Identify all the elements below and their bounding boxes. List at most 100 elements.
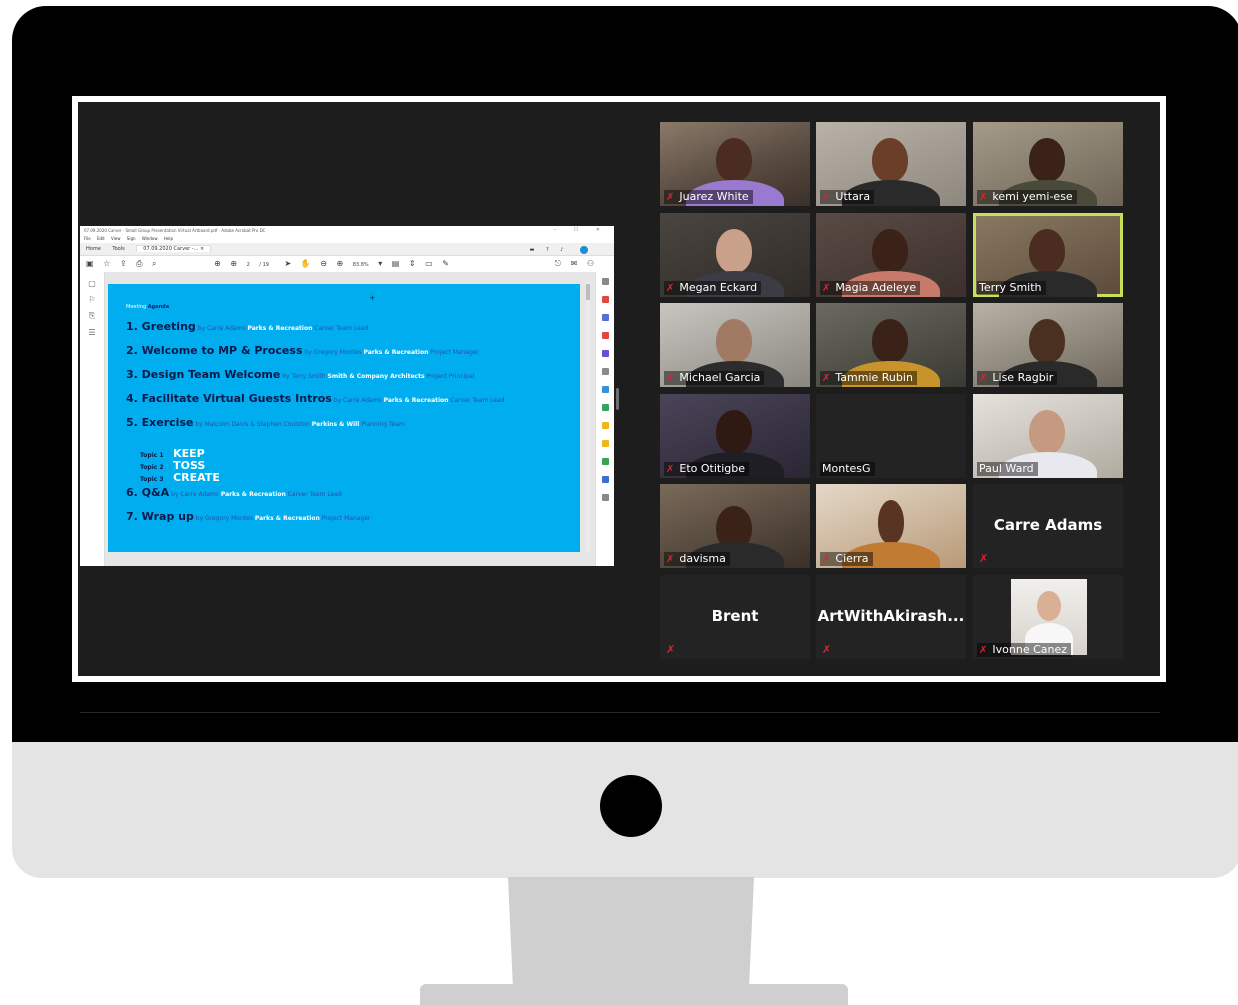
hand-icon[interactable]: ✋: [301, 259, 311, 268]
edit-pdf-icon[interactable]: [601, 368, 609, 375]
bell-icon[interactable]: ♪: [560, 247, 563, 253]
tab-bar-actions: ▬ ? ♪: [530, 244, 598, 256]
participant-name-label: MontesG: [820, 462, 875, 476]
user-add-icon[interactable]: ⚇: [587, 259, 594, 268]
participant-name-label: ✗ Ivonne Canez: [977, 643, 1072, 657]
search-icon[interactable]: ⌕: [152, 259, 156, 268]
zoom-dropdown-icon[interactable]: ▾: [378, 259, 382, 268]
document-scroll-thumb[interactable]: [586, 284, 590, 300]
organize-pages-icon[interactable]: [601, 332, 609, 339]
participant-name: Magia Adeleye: [835, 281, 917, 294]
shared-screen-acrobat[interactable]: 07.09.2020 Carver - Small Group Presenta…: [80, 226, 614, 566]
participant-name-label: ✗ Juarez White: [664, 190, 753, 204]
participant-name-label: Terry Smith: [977, 281, 1046, 295]
split-view-handle[interactable]: [616, 388, 619, 410]
agenda-org: Parks & Recreation: [247, 325, 313, 332]
video-tile[interactable]: ✗ Cierra: [816, 484, 966, 568]
video-tile-camera-off[interactable]: Brent ✗: [660, 575, 810, 659]
video-tile[interactable]: ✗ Eto Otitigbe: [660, 394, 810, 478]
video-tile[interactable]: ✗ Lise Ragbir: [973, 303, 1123, 387]
fill-sign-icon[interactable]: [601, 350, 609, 357]
video-tile[interactable]: ✗ Juarez White: [660, 122, 810, 206]
window-controls[interactable]: – ☐ ✕: [554, 226, 608, 235]
participant-video: [716, 138, 752, 182]
acrobat-document-area: ▢ ⚐ ⎘ ☰ ✛ Meeting Agenda 1. Greeting by …: [80, 272, 614, 566]
help-icon[interactable]: ?: [546, 247, 549, 253]
muted-mic-icon: ✗: [822, 554, 831, 565]
agenda-item: 6. Q&A by Carre Adams Parks & Recreation…: [126, 486, 342, 499]
video-tile[interactable]: ✗ Megan Eckard: [660, 213, 810, 297]
page-number[interactable]: 2: [247, 262, 250, 268]
attachment-icon[interactable]: ⎘: [80, 311, 104, 321]
participant-video: [716, 229, 752, 273]
pen-icon[interactable]: ✎: [442, 259, 449, 268]
video-tile[interactable]: Paul Ward: [973, 394, 1123, 478]
comment-tool-icon[interactable]: ▭: [425, 259, 433, 268]
video-tile[interactable]: ✗ Magia Adeleye: [816, 213, 966, 297]
menu-view[interactable]: View: [111, 236, 121, 241]
participant-video: [1029, 319, 1065, 363]
tab-tools[interactable]: Tools: [112, 246, 124, 252]
participant-video: [716, 410, 752, 454]
protect-icon[interactable]: [601, 476, 609, 483]
agenda-presenter: by Gregory Montes: [195, 515, 253, 522]
video-tile-active-speaker[interactable]: Terry Smith: [973, 213, 1123, 297]
comment-tool-icon[interactable]: [601, 314, 609, 321]
zoom-in-icon[interactable]: ⊕: [337, 259, 344, 268]
agenda-presenter: by Carre Adams: [171, 491, 219, 498]
video-tile[interactable]: ✗ Michael Garcia: [660, 303, 810, 387]
save-icon[interactable]: ▣: [86, 259, 94, 268]
profile-photo-face: [1037, 591, 1061, 621]
share-icon[interactable]: ⎋: [555, 259, 561, 268]
bookmark-icon[interactable]: ⚐: [80, 295, 104, 304]
comment-icon[interactable]: ▬: [530, 247, 535, 253]
zoom-tool-icon[interactable]: [601, 278, 609, 285]
video-tile[interactable]: ✗ Uttara: [816, 122, 966, 206]
export-pdf-icon[interactable]: [601, 296, 609, 303]
video-tile-camera-off[interactable]: Carre Adams ✗: [973, 484, 1123, 568]
create-pdf-icon[interactable]: [601, 386, 609, 393]
scan-icon[interactable]: [601, 422, 609, 429]
menu-window[interactable]: Window: [142, 236, 158, 241]
topic-word: CREATE: [173, 471, 220, 484]
pages-icon[interactable]: ▢: [80, 279, 104, 288]
compare-icon[interactable]: [601, 404, 609, 411]
tab-document[interactable]: 07.09.2020 Carver -... ×: [136, 245, 212, 252]
page-down-icon[interactable]: ⊕: [230, 259, 237, 268]
video-tile-camera-off[interactable]: MontesG: [816, 394, 966, 478]
video-tile[interactable]: ✗ davisma: [660, 484, 810, 568]
video-tile-profile-photo[interactable]: ✗ Ivonne Canez: [973, 575, 1123, 659]
participant-video: [716, 319, 752, 363]
page-up-icon[interactable]: ⊕: [214, 259, 221, 268]
mail-icon[interactable]: ✉: [571, 259, 578, 268]
zoom-level[interactable]: 83.8%: [353, 262, 369, 268]
account-icon[interactable]: [580, 245, 588, 254]
video-tile[interactable]: ✗ kemi yemi-ese: [973, 122, 1123, 206]
scroll-mode-icon[interactable]: ⇕: [409, 259, 416, 268]
zoom-out-icon[interactable]: ⊖: [320, 259, 327, 268]
star-icon[interactable]: ☆: [103, 259, 110, 268]
monitor-logo: [600, 775, 662, 837]
video-tile[interactable]: ✗ Tammie Rubin: [816, 303, 966, 387]
participant-name: Eto Otitigbe: [679, 462, 746, 475]
select-arrow-icon[interactable]: ➤: [284, 259, 291, 268]
menu-help[interactable]: Help: [164, 236, 173, 241]
layers-icon[interactable]: ☰: [80, 328, 104, 337]
stamp-icon[interactable]: [601, 440, 609, 447]
video-tile-camera-off[interactable]: ArtWithAkirash... ✗: [816, 575, 966, 659]
participant-video: [1029, 138, 1065, 182]
print-production-icon[interactable]: [601, 458, 609, 465]
participant-name-label: ✗ Uttara: [820, 190, 875, 204]
menu-sign[interactable]: Sign: [127, 236, 136, 241]
upload-icon[interactable]: ⇪: [120, 259, 127, 268]
print-icon[interactable]: ⎙: [136, 259, 142, 268]
agenda-role: Carver Team Lead: [450, 397, 505, 404]
tab-home[interactable]: Home: [86, 246, 101, 252]
menu-file[interactable]: File: [84, 236, 91, 241]
participant-name: Ivonne Canez: [992, 643, 1068, 656]
document-scrollbar[interactable]: [586, 282, 590, 552]
more-tools-icon[interactable]: [601, 494, 609, 501]
participant-name-label: ✗ Cierra: [820, 552, 873, 566]
menu-edit[interactable]: Edit: [97, 236, 105, 241]
page-fit-icon[interactable]: ▤: [392, 259, 400, 268]
